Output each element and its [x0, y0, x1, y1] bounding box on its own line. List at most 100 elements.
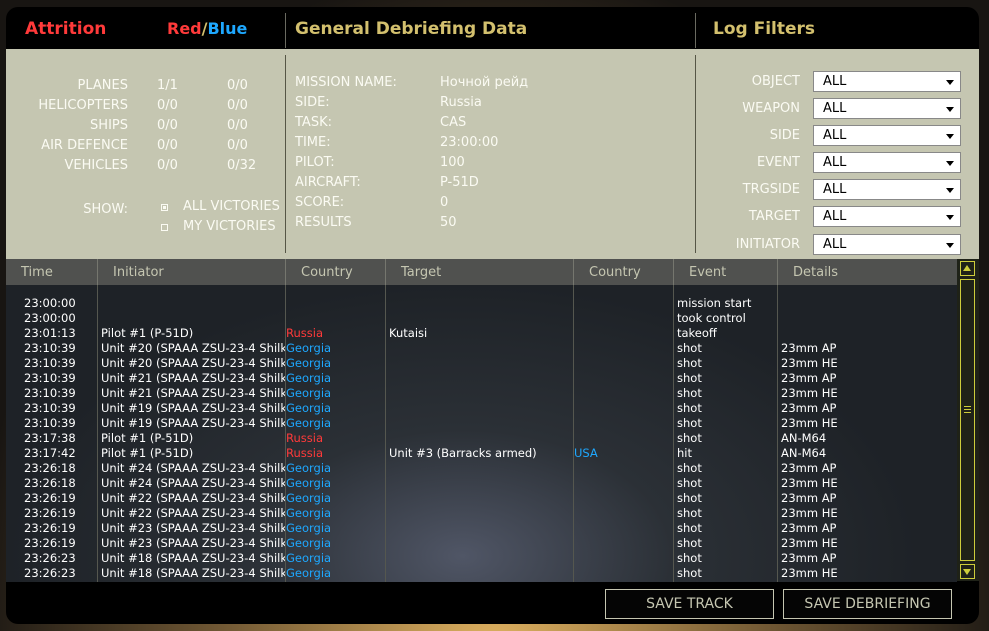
attrition-red-count: 0/0 — [157, 98, 178, 113]
cell-initiator: Unit #22 (SPAAA ZSU-23-4 Shilka) — [101, 506, 285, 520]
scroll-grip-icon[interactable] — [964, 412, 971, 413]
table-row[interactable]: 23:17:42 Pilot #1 (P-51D) Russia Unit #3 (B… — [6, 446, 957, 461]
table-row[interactable]: 23:26:32 Unit #17 (SPAAA ZSU-23-4 Shilka)… — [6, 581, 957, 582]
scroll-track[interactable] — [960, 279, 975, 561]
table-row[interactable]: 23:26:18 Unit #24 (SPAAA ZSU-23-4 Shilka)… — [6, 461, 957, 476]
summary-panel: PLANES 1/1 0/0 HELICOPTERS 0/0 0/0 SHIPS… — [6, 49, 979, 259]
col-header-initiator[interactable]: Initiator — [113, 265, 164, 280]
header-separator — [97, 259, 98, 285]
log-scrollbar[interactable] — [957, 259, 979, 581]
filter-value: ALL — [823, 182, 847, 197]
attrition-title: Attrition — [25, 19, 107, 39]
scroll-up-arrow-icon[interactable] — [960, 261, 975, 276]
filter-value: ALL — [823, 155, 847, 170]
col-header-details[interactable]: Details — [793, 265, 838, 280]
cell-country: Georgia — [286, 566, 332, 580]
attrition-red-count: 0/0 — [157, 158, 178, 173]
chevron-down-icon — [946, 134, 954, 139]
filter-initiator-dropdown[interactable]: ALL — [813, 234, 961, 255]
cell-event: shot — [677, 581, 776, 582]
cell-details: 23mm HE — [781, 566, 838, 580]
cell-event: shot — [677, 521, 702, 535]
filter-label-event: EVENT — [757, 155, 800, 170]
table-row[interactable]: 23:01:13 Pilot #1 (P-51D) Russia Kutaisi tak… — [6, 326, 957, 341]
table-row[interactable]: 23:10:39 Unit #20 (SPAAA ZSU-23-4 Shilka)… — [6, 356, 957, 371]
col-header-time[interactable]: Time — [21, 265, 53, 280]
filter-trgside-dropdown[interactable]: ALL — [813, 179, 961, 200]
scroll-grip-icon[interactable] — [964, 409, 971, 410]
chevron-down-icon — [946, 161, 954, 166]
save-debriefing-button[interactable]: SAVE DEBRIEFING — [783, 589, 952, 619]
panel-divider — [695, 55, 696, 253]
filter-side-dropdown[interactable]: ALL — [813, 125, 961, 146]
cell-initiator: Unit #23 (SPAAA ZSU-23-4 Shilka) — [101, 521, 285, 535]
radio-all-victories[interactable]: ALL VICTORIES — [161, 198, 282, 218]
col-header-target-country[interactable]: Country — [589, 265, 641, 280]
table-row[interactable]: 23:26:23 Unit #18 (SPAAA ZSU-23-4 Shilka)… — [6, 566, 957, 581]
table-row[interactable]: 23:10:39 Unit #21 (SPAAA ZSU-23-4 Shilka)… — [6, 371, 957, 386]
scroll-down-arrow-icon[interactable] — [960, 564, 975, 579]
chevron-down-icon — [946, 107, 954, 112]
cell-initiator: Unit #20 (SPAAA ZSU-23-4 Shilka) — [101, 341, 285, 355]
table-row[interactable]: 23:26:18 Unit #24 (SPAAA ZSU-23-4 Shilka)… — [6, 476, 957, 491]
table-row[interactable]: 23:10:39 Unit #19 (SPAAA ZSU-23-4 Shilka)… — [6, 401, 957, 416]
table-row[interactable]: 23:26:23 Unit #18 (SPAAA ZSU-23-4 Shilka)… — [6, 551, 957, 566]
cell-initiator: Unit #17 (SPAAA ZSU-23-4 Shilka) — [101, 581, 285, 582]
cell-details: 23mm AP — [781, 341, 837, 355]
table-row[interactable]: 23:26:19 Unit #22 (SPAAA ZSU-23-4 Shilka)… — [6, 506, 957, 521]
radio-label: ALL VICTORIES — [183, 199, 280, 214]
attrition-blue-count: 0/0 — [227, 78, 248, 93]
radio-my-victories[interactable]: MY VICTORIES — [161, 218, 282, 238]
cell-time: 23:01:13 — [24, 326, 76, 340]
save-track-button[interactable]: SAVE TRACK — [605, 589, 774, 619]
col-header-event[interactable]: Event — [689, 265, 726, 280]
filter-label-target: TARGET — [748, 209, 800, 224]
field-value-time: 23:00:00 — [440, 135, 499, 150]
table-row[interactable]: 23:26:19 Unit #23 (SPAAA ZSU-23-4 Shilka)… — [6, 521, 957, 536]
cell-event: shot — [677, 431, 702, 445]
filter-target-dropdown[interactable]: ALL — [813, 206, 961, 227]
attrition-label: VEHICLES — [64, 158, 128, 173]
cell-initiator: Unit #20 (SPAAA ZSU-23-4 Shilka) — [101, 356, 285, 370]
scroll-grip-icon[interactable] — [964, 406, 971, 407]
cell-country: Georgia — [286, 401, 332, 415]
filter-label-initiator: INITIATOR — [735, 237, 800, 252]
attrition-red-count: 0/0 — [157, 118, 178, 133]
filter-object-dropdown[interactable]: ALL — [813, 71, 961, 92]
table-row[interactable]: 23:00:00 took control — [6, 311, 957, 326]
attrition-blue-count: 0/32 — [227, 158, 257, 173]
table-row[interactable]: 23:10:39 Unit #21 (SPAAA ZSU-23-4 Shilka)… — [6, 386, 957, 401]
col-header-country[interactable]: Country — [301, 265, 353, 280]
cell-event: hit — [677, 446, 692, 460]
cell-details: AN-M64 — [781, 431, 827, 445]
field-label-task: TASK: — [295, 115, 332, 130]
col-header-target[interactable]: Target — [401, 265, 441, 280]
header-separator — [673, 259, 674, 285]
filter-value: ALL — [823, 128, 847, 143]
table-row[interactable]: 23:00:00 mission start — [6, 296, 957, 311]
cell-initiator: Pilot #1 (P-51D) — [101, 446, 194, 460]
field-value-results: 50 — [440, 215, 457, 230]
cell-initiator: Unit #21 (SPAAA ZSU-23-4 Shilka) — [101, 371, 285, 385]
cell-event: shot — [677, 386, 702, 400]
table-row[interactable]: 23:26:19 Unit #23 (SPAAA ZSU-23-4 Shilka)… — [6, 536, 957, 551]
filter-event-dropdown[interactable]: ALL — [813, 152, 961, 173]
table-row[interactable]: 23:17:38 Pilot #1 (P-51D) Russia shot AN-M64 — [6, 431, 957, 446]
header-separator — [573, 259, 574, 285]
field-label-score: SCORE: — [295, 195, 345, 210]
table-row[interactable]: 23:10:39 Unit #19 (SPAAA ZSU-23-4 Shilka)… — [6, 416, 957, 431]
cell-country: Russia — [286, 446, 323, 460]
cell-country: Georgia — [286, 356, 332, 370]
table-row[interactable]: 23:26:19 Unit #22 (SPAAA ZSU-23-4 Shilka)… — [6, 491, 957, 506]
filter-weapon-dropdown[interactable]: ALL — [813, 98, 961, 119]
table-row[interactable]: 23:10:39 Unit #20 (SPAAA ZSU-23-4 Shilka)… — [6, 341, 957, 356]
cell-event: shot — [677, 341, 702, 355]
cell-time: 23:26:23 — [24, 551, 76, 565]
cell-country: Georgia — [286, 521, 332, 535]
cell-country: Georgia — [286, 551, 332, 565]
event-log-table: Time Initiator Country Target Country Ev… — [6, 259, 957, 582]
field-label-mission-name: MISSION NAME: — [295, 75, 397, 90]
cell-details: 23mm AP — [781, 581, 956, 582]
cell-time: 23:00:00 — [24, 311, 76, 325]
cell-event: shot — [677, 461, 702, 475]
